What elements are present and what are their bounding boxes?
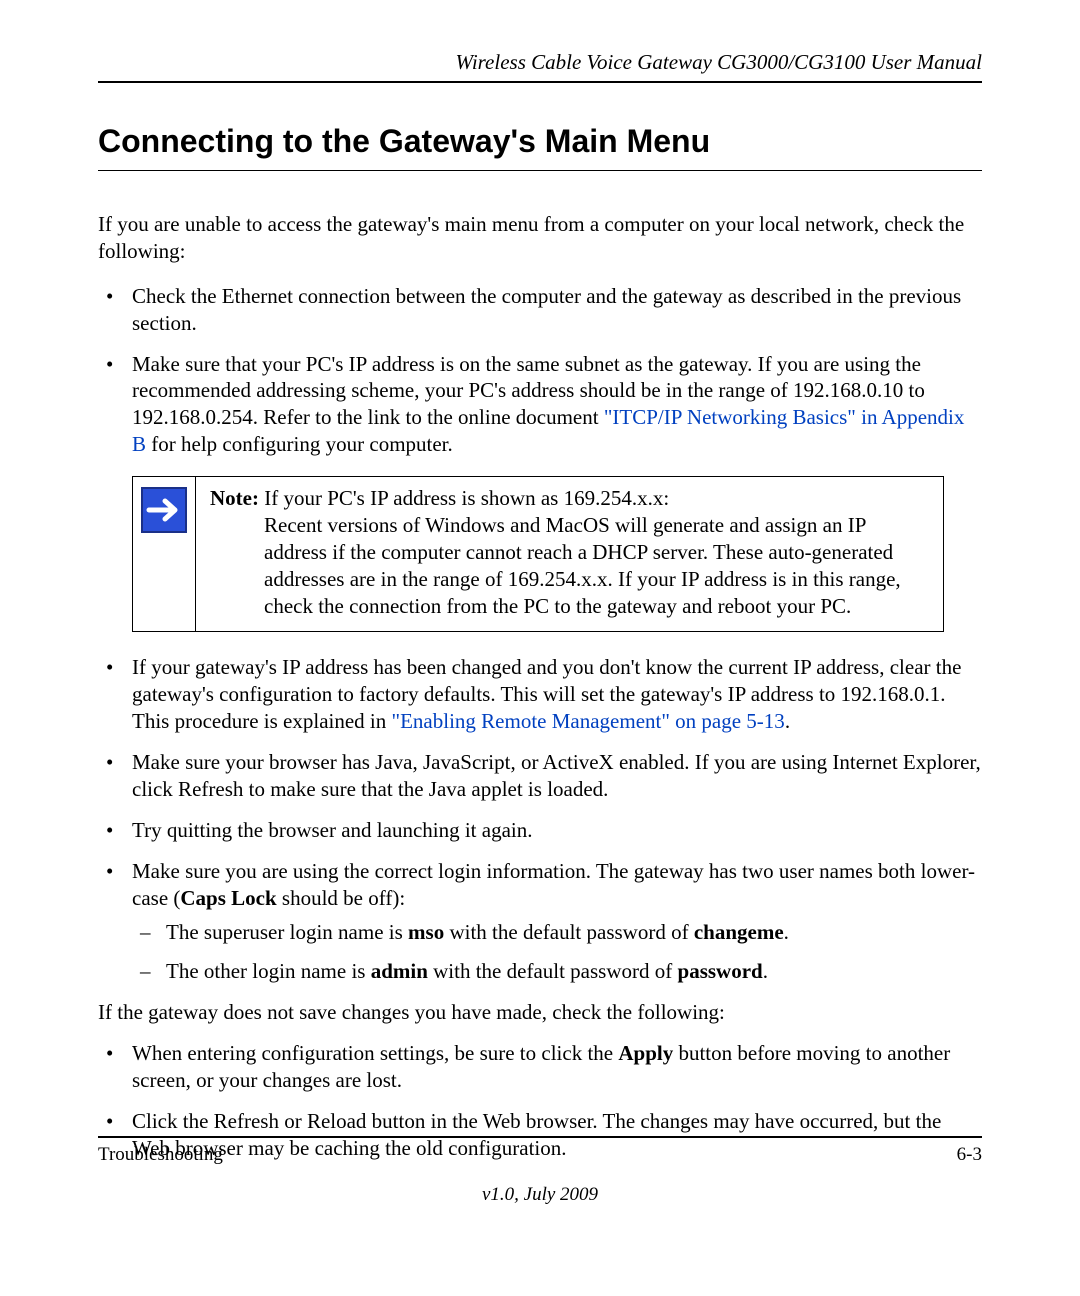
list-item: Make sure you are using the correct logi… bbox=[98, 858, 982, 986]
list-item: Make sure your browser has Java, JavaScr… bbox=[98, 749, 982, 803]
arrow-right-icon bbox=[141, 487, 187, 533]
bold-run: password bbox=[678, 959, 763, 983]
note-icon-cell bbox=[133, 477, 196, 632]
sub-list: The superuser login name is mso with the… bbox=[132, 919, 982, 985]
note-body: Recent versions of Windows and MacOS wil… bbox=[210, 512, 929, 620]
text-run: The other login name is bbox=[166, 959, 371, 983]
bold-run: admin bbox=[371, 959, 428, 983]
text-run: . bbox=[763, 959, 768, 983]
bullet-list-2: If your gateway's IP address has been ch… bbox=[98, 654, 982, 985]
list-item: The other login name is admin with the d… bbox=[132, 958, 982, 985]
list-item: Check the Ethernet connection between th… bbox=[98, 283, 982, 337]
list-item: The superuser login name is mso with the… bbox=[132, 919, 982, 946]
list-item: If your gateway's IP address has been ch… bbox=[98, 654, 982, 735]
page-number: 6-3 bbox=[957, 1144, 982, 1166]
running-header: Wireless Cable Voice Gateway CG3000/CG31… bbox=[98, 50, 982, 83]
intro-paragraph: If you are unable to access the gateway'… bbox=[98, 211, 982, 265]
list-item: When entering configuration settings, be… bbox=[98, 1040, 982, 1094]
text-run: The superuser login name is bbox=[166, 920, 408, 944]
cross-ref-link[interactable]: "Enabling Remote Management" on page 5-1… bbox=[392, 709, 785, 733]
footer-version: v1.0, July 2009 bbox=[98, 1184, 982, 1206]
text-run: with the default password of bbox=[428, 959, 678, 983]
manual-page: Wireless Cable Voice Gateway CG3000/CG31… bbox=[0, 0, 1080, 1296]
bullet-list-1: Check the Ethernet connection between th… bbox=[98, 283, 982, 458]
note-box: Note: If your PC's IP address is shown a… bbox=[132, 476, 944, 632]
page-footer: Troubleshooting 6-3 v1.0, July 2009 bbox=[98, 1136, 982, 1206]
bold-run: changeme bbox=[694, 920, 784, 944]
note-text: Note: If your PC's IP address is shown a… bbox=[196, 477, 944, 632]
text-run: . bbox=[784, 920, 789, 944]
note-label: Note: bbox=[210, 486, 259, 510]
section-heading: Connecting to the Gateway's Main Menu bbox=[98, 123, 982, 171]
list-item: Make sure that your PC's IP address is o… bbox=[98, 351, 982, 459]
bold-run: Apply bbox=[618, 1041, 673, 1065]
footer-section-name: Troubleshooting bbox=[98, 1144, 223, 1166]
text-run: for help configuring your computer. bbox=[146, 432, 453, 456]
bold-run: mso bbox=[408, 920, 444, 944]
text-run: should be off): bbox=[277, 886, 406, 910]
text-run: with the default password of bbox=[444, 920, 694, 944]
bold-run: Caps Lock bbox=[180, 886, 276, 910]
list-item: Try quitting the browser and launching i… bbox=[98, 817, 982, 844]
text-run: . bbox=[785, 709, 790, 733]
paragraph: If the gateway does not save changes you… bbox=[98, 999, 982, 1026]
text-run: When entering configuration settings, be… bbox=[132, 1041, 618, 1065]
note-line1: If your PC's IP address is shown as 169.… bbox=[259, 486, 669, 510]
